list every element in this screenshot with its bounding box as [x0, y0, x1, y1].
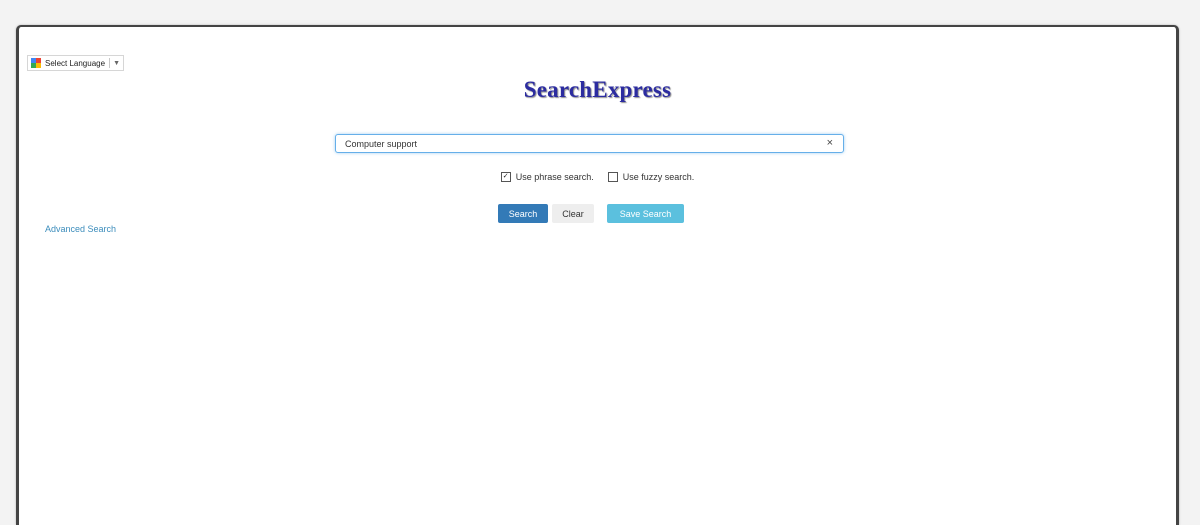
clear-input-icon[interactable]: ×: [827, 136, 833, 151]
dropdown-arrow-icon[interactable]: ▼: [113, 60, 120, 67]
search-options: ✓ Use phrase search. Use fuzzy search.: [19, 172, 1176, 182]
language-selector[interactable]: Select Language ▼: [27, 55, 124, 71]
search-button[interactable]: Search: [498, 204, 548, 223]
phrase-search-checkbox[interactable]: ✓: [500, 172, 511, 182]
search-input[interactable]: [336, 135, 825, 152]
language-selector-divider: [109, 58, 111, 68]
search-box: ×: [335, 134, 844, 153]
site-logo: SearchExpress: [523, 77, 672, 102]
advanced-search-link[interactable]: Advanced Search: [45, 224, 116, 234]
google-translate-icon: [31, 58, 41, 68]
fuzzy-search-checkbox[interactable]: [607, 172, 618, 182]
phrase-search-option[interactable]: ✓ Use phrase search.: [500, 172, 594, 182]
save-search-button[interactable]: Save Search: [607, 204, 684, 223]
fuzzy-search-option[interactable]: Use fuzzy search.: [607, 172, 695, 182]
fuzzy-search-label: Use fuzzy search.: [622, 172, 695, 182]
language-selector-label: Select Language: [45, 58, 106, 68]
phrase-search-label: Use phrase search.: [515, 172, 594, 182]
action-buttons: Search Clear Save Search: [498, 204, 688, 223]
browser-window: Select Language ▼ SearchExpress × ✓ Use …: [16, 25, 1179, 525]
clear-button[interactable]: Clear: [552, 204, 594, 223]
